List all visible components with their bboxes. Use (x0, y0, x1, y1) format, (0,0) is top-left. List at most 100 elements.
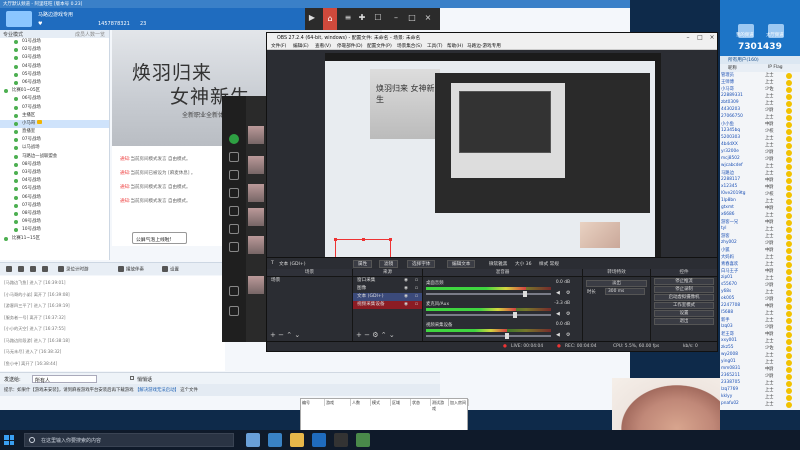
tree-item[interactable]: 04号战场 (0, 177, 109, 185)
obs-close-icon[interactable]: × (707, 33, 717, 42)
table-header-cell[interactable]: 加入房间 (449, 399, 469, 406)
record-button[interactable]: 录位计时游 (58, 266, 89, 273)
remove-icon[interactable]: − (278, 331, 284, 339)
user-row[interactable]: pnafu02 上士 (720, 401, 800, 409)
headset-icon[interactable] (30, 266, 38, 273)
obs-menu-item[interactable]: 编辑(E) (293, 43, 309, 49)
obs-app-icon[interactable] (334, 433, 348, 447)
gear-icon[interactable]: ⚙ (372, 331, 378, 339)
tree-item[interactable]: 比赛11~15区 (0, 235, 109, 243)
settings-small-icon[interactable] (42, 266, 50, 273)
volume-slider[interactable] (426, 312, 551, 318)
obs-menu-item[interactable]: 查看(V) (315, 43, 331, 49)
thumbnail[interactable] (248, 236, 264, 254)
obs-menu-item[interactable]: 场景集合(S) (397, 43, 422, 49)
tree-item[interactable]: 06号战场 (0, 194, 109, 202)
tree-item[interactable]: 主播区 (0, 112, 109, 120)
shield-icon[interactable] (229, 188, 239, 198)
eye-icon[interactable]: ◉ (404, 301, 408, 309)
edit-text-button[interactable]: 编辑文本 (447, 260, 476, 268)
properties-button[interactable]: 属性 (353, 260, 373, 268)
tree-item[interactable]: 05号战场 (0, 71, 109, 79)
source-item[interactable]: 窗口采集 ◉ ▫ (353, 277, 422, 285)
table-header-cell[interactable]: 区域 (391, 399, 411, 406)
tree-item[interactable]: 08号战场 (0, 161, 109, 169)
obs-maximize-icon[interactable]: □ (695, 33, 705, 42)
select-font-button[interactable]: 选择字体 (407, 260, 436, 268)
all-users-tab[interactable]: 所有用户(160) (720, 56, 800, 64)
edge-icon[interactable] (268, 433, 282, 447)
mic-icon[interactable] (6, 266, 14, 273)
table-header-cell[interactable]: 编号 (301, 399, 325, 406)
eye-icon[interactable]: ◉ (404, 285, 408, 293)
send-target-select[interactable]: 所有人 (32, 375, 97, 384)
volume-slider[interactable] (426, 333, 551, 339)
speaker-popup[interactable]: 公屏气泡上线啦! (132, 232, 187, 244)
task-view-icon[interactable] (246, 433, 260, 447)
tree-item[interactable]: 10号战场 (0, 226, 109, 234)
eye-icon[interactable]: ◉ (404, 277, 408, 285)
text-source-bounding-box[interactable] (334, 238, 392, 260)
gear-icon[interactable]: ⚙ (566, 332, 570, 338)
control-button[interactable]: 启动虚拟摄像机 (654, 294, 714, 301)
tree-item[interactable]: 07号战场 (0, 104, 109, 112)
phone-icon[interactable] (229, 306, 239, 316)
lock-icon[interactable]: ▫ (415, 293, 418, 301)
thumbnail[interactable] (248, 156, 264, 174)
list-icon[interactable]: ≡ (343, 13, 353, 23)
tree-item[interactable]: 03号战场 (0, 169, 109, 177)
thumbnail[interactable] (248, 126, 264, 144)
up-icon[interactable]: ⌃ (286, 331, 292, 339)
chat-app-icon[interactable] (356, 433, 370, 447)
table-header-cell[interactable]: 模式 (371, 399, 391, 406)
tree-item[interactable]: 05号战场 (0, 185, 109, 193)
star-icon[interactable] (229, 206, 239, 216)
resize-handle[interactable] (362, 238, 365, 241)
scene-item[interactable]: 场景 (267, 277, 352, 285)
transition-select[interactable]: 淡出 (586, 280, 647, 287)
grid-icon[interactable] (229, 242, 239, 252)
add-icon[interactable]: + (356, 331, 362, 339)
eye-icon[interactable]: ◉ (404, 293, 408, 301)
tree-item[interactable]: 马路边一战联盟会 (0, 153, 109, 161)
video-icon[interactable]: ▶ (307, 13, 317, 23)
thumbnail[interactable] (248, 276, 264, 294)
tree-item[interactable]: 小马哥 (0, 119, 109, 129)
table-header-cell[interactable]: 测试游戏 (431, 399, 449, 411)
client-app-icon[interactable] (312, 433, 326, 447)
tree-item[interactable]: 01号战场 (0, 38, 109, 46)
obs-menu-item[interactable]: 工具(T) (427, 43, 443, 49)
volume-slider-knob[interactable] (522, 291, 527, 297)
source-item[interactable]: 视频采集设备 ◉ ▫ (353, 301, 422, 309)
start-icon[interactable] (4, 435, 14, 445)
source-item[interactable]: 图像 ◉ ▫ (353, 285, 422, 293)
resize-handle[interactable] (389, 238, 392, 241)
source-item[interactable]: 文本 (GDI+) ◉ ▫ (353, 293, 422, 301)
obs-menu-item[interactable]: 配置文件(P) (367, 43, 392, 49)
down-icon[interactable]: ⌄ (389, 331, 395, 339)
lock-icon[interactable]: ▫ (415, 277, 418, 285)
down-icon[interactable]: ⌄ (294, 331, 300, 339)
tree-item[interactable]: 04号战场 (0, 63, 109, 71)
taskbar-search[interactable]: 在这里输入你要搜索的内容 (24, 433, 234, 447)
restore-icon[interactable]: □ (407, 13, 417, 23)
online-icon[interactable] (229, 134, 239, 144)
speaker-icon[interactable]: ◀ (556, 290, 560, 296)
tree-item[interactable]: 以马战场 (0, 144, 109, 152)
gear-icon[interactable]: ⚙ (566, 290, 570, 296)
tree-item[interactable]: 比赛01~05区 (0, 87, 109, 95)
control-button[interactable]: 设置 (654, 310, 714, 317)
chat-icon[interactable]: ☐ (373, 13, 383, 23)
folder-icon[interactable] (290, 433, 304, 447)
hint-link[interactable]: 【解决游戏无法启动】 (135, 388, 179, 393)
speaker-icon[interactable] (18, 266, 26, 273)
gift-icon[interactable] (229, 224, 239, 234)
lock-icon[interactable]: ▫ (415, 285, 418, 293)
control-button[interactable]: 停止推流 (654, 278, 714, 285)
tree-item[interactable]: 02号战场 (0, 46, 109, 54)
table-header-cell[interactable]: 人数 (351, 399, 371, 406)
speaker-icon[interactable]: ◀ (556, 311, 560, 317)
setting-button[interactable]: 设置 (162, 266, 179, 273)
obs-menu-item[interactable]: 停靠部件(D) (337, 43, 363, 49)
clock-icon[interactable] (229, 286, 239, 296)
